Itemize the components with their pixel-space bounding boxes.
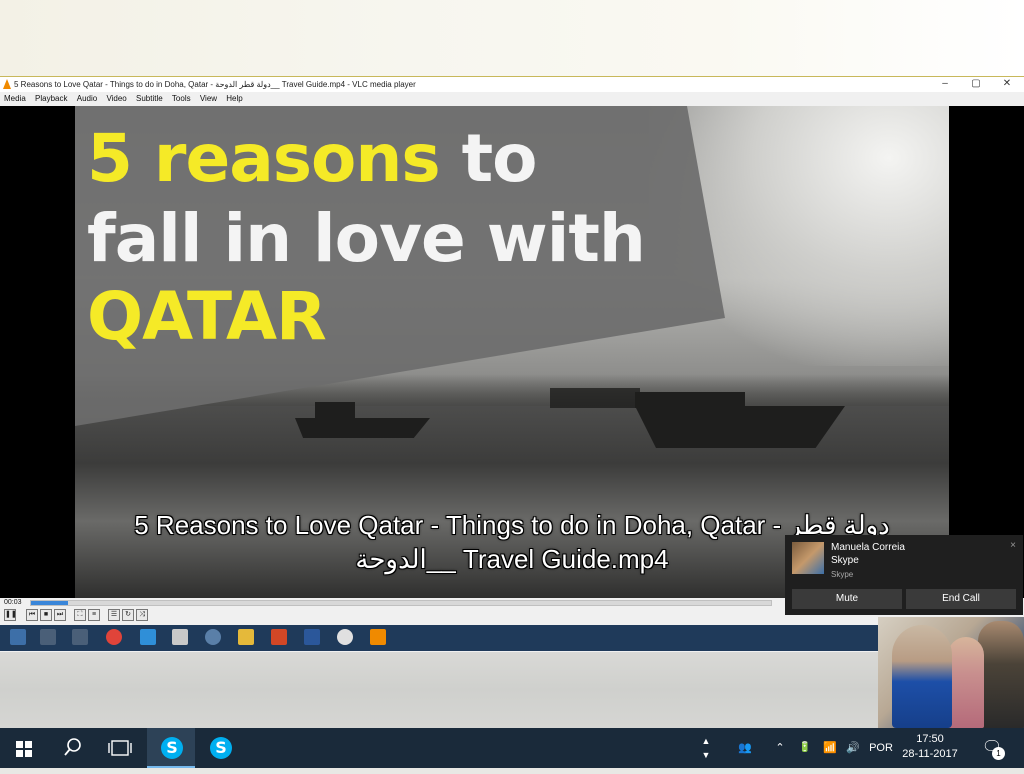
embedded-taskbar (0, 625, 1024, 651)
desktop-background-bottom (0, 652, 1024, 728)
skype-call-notification: Manuela Correia Skype Skype × Mute End C… (785, 535, 1023, 615)
skype-icon: S (161, 737, 183, 759)
caller-name: Manuela Correia (831, 542, 905, 553)
embedded-powerpoint-icon[interactable] (271, 629, 287, 645)
embedded-search-icon[interactable] (40, 629, 56, 645)
stop-button[interactable]: ■ (40, 609, 52, 621)
menu-subtitle[interactable]: Subtitle (136, 92, 163, 105)
mute-button[interactable]: Mute (792, 589, 902, 609)
wifi-icon[interactable]: 📶 (820, 728, 840, 768)
embedded-taskview-icon[interactable] (72, 629, 88, 645)
menu-audio[interactable]: Audio (77, 92, 97, 105)
search-button[interactable] (48, 728, 96, 768)
boat-small (295, 418, 430, 438)
desktop-background-top (0, 0, 1024, 76)
headline-line-3: QATAR (87, 278, 327, 355)
fullscreen-button[interactable]: ⛶ (74, 609, 86, 621)
menu-media[interactable]: Media (4, 92, 26, 105)
elapsed-time: 00:03 (4, 599, 22, 606)
title-bar: 5 Reasons to Love Qatar - Things to do i… (0, 77, 1024, 92)
maximize-button[interactable]: ▢ (961, 77, 991, 92)
taskbar-skype[interactable]: S (196, 728, 244, 768)
playlist-button[interactable]: ☰ (108, 609, 120, 621)
embedded-folder-icon[interactable] (238, 629, 254, 645)
webcam-preview[interactable] (878, 617, 1024, 728)
volume-icon[interactable]: 🔊 (842, 728, 864, 768)
menu-playback[interactable]: Playback (35, 92, 67, 105)
toast-close-icon[interactable]: × (1010, 540, 1016, 551)
start-button[interactable] (0, 728, 48, 768)
close-button[interactable]: ✕ (992, 77, 1022, 92)
battery-icon[interactable]: 🔋 (793, 728, 817, 768)
boat-large (635, 406, 845, 448)
taskbar-skype-active[interactable]: S (147, 728, 195, 768)
menu-bar: Media Playback Audio Video Subtitle Tool… (0, 92, 1024, 105)
headline-line-2: fall in love with (87, 200, 646, 277)
embedded-settings-icon[interactable] (205, 629, 221, 645)
seek-progress (31, 601, 68, 605)
embedded-chrome-icon[interactable] (106, 629, 122, 645)
clock-date: 28-11-2017 (902, 748, 958, 760)
language-indicator[interactable]: POR (866, 728, 896, 768)
embedded-skype-icon[interactable] (337, 629, 353, 645)
minimize-button[interactable]: – (930, 77, 960, 92)
end-call-button[interactable]: End Call (906, 589, 1016, 609)
video-area[interactable]: 5 reasons to fall in love with QATAR 5 R… (0, 106, 1024, 598)
embedded-start-icon[interactable] (10, 629, 26, 645)
menu-video[interactable]: Video (106, 92, 126, 105)
caller-avatar (792, 542, 824, 574)
boat-small-cabin (315, 402, 355, 418)
pause-button[interactable]: ❚❚ (4, 609, 17, 621)
embedded-ie-icon[interactable] (140, 629, 156, 645)
menu-view[interactable]: View (200, 92, 217, 105)
extended-settings-button[interactable]: ≡ (88, 609, 100, 621)
clock-time: 17:50 (916, 733, 944, 745)
headline-white: to (439, 120, 538, 197)
skype-icon: S (210, 737, 232, 759)
menu-tools[interactable]: Tools (172, 92, 191, 105)
webcam-person-right (978, 621, 1024, 728)
embedded-vlc-icon[interactable] (370, 629, 386, 645)
headline-yellow: 5 reasons (87, 120, 441, 197)
show-hidden-icons-icon[interactable]: ⌃ (770, 728, 790, 768)
menu-help[interactable]: Help (226, 92, 242, 105)
windows-taskbar: S S ▲ ▼ 👥 ⌃ 🔋 📶 🔊 POR 17:50 28-11-2017 🗨 … (0, 728, 1024, 768)
next-button[interactable]: ⏭ (54, 609, 66, 621)
boat-large-cabin (635, 392, 745, 408)
windows-logo-icon (16, 741, 32, 757)
toast-source: Skype (831, 570, 854, 579)
taskbar-scroll-arrows[interactable]: ▲ ▼ (698, 728, 714, 774)
webcam-person-middle (948, 637, 984, 728)
notification-count-badge: 1 (992, 747, 1005, 760)
shuffle-button[interactable]: ⤨ (136, 609, 148, 621)
vlc-cone-icon (3, 79, 11, 89)
boat-distant (550, 388, 640, 408)
embedded-word-icon[interactable] (304, 629, 320, 645)
people-icon[interactable]: 👥 (730, 728, 760, 768)
headline-line-1: 5 reasons to (87, 126, 538, 192)
loop-button[interactable]: ↻ (122, 609, 134, 621)
search-icon (64, 738, 81, 756)
toast-app-name: Skype (831, 555, 859, 566)
task-view-button[interactable] (96, 728, 144, 768)
system-clock[interactable]: 17:50 28-11-2017 (900, 732, 960, 762)
task-view-icon (108, 740, 132, 756)
seek-bar[interactable] (30, 600, 772, 606)
window-title: 5 Reasons to Love Qatar - Things to do i… (14, 80, 416, 89)
embedded-mail-icon[interactable] (172, 629, 188, 645)
previous-button[interactable]: ⏮ (26, 609, 38, 621)
webcam-person-left (892, 625, 952, 728)
